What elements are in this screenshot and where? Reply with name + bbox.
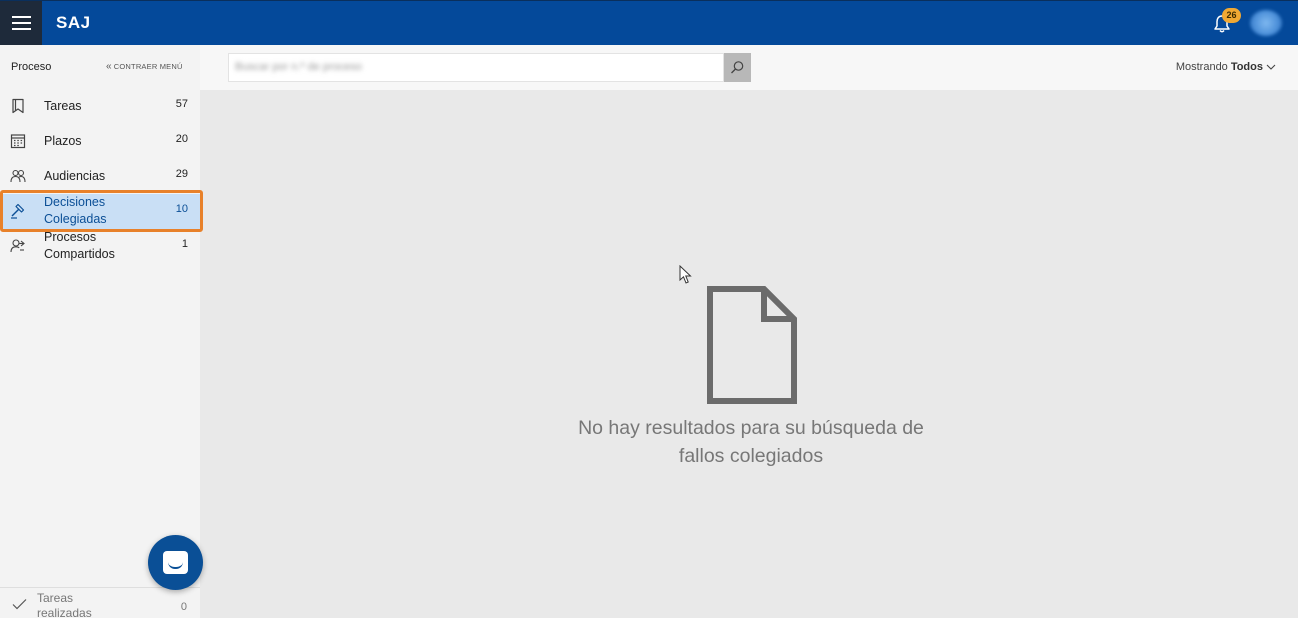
search-button[interactable] xyxy=(724,53,751,82)
notification-badge: 26 xyxy=(1222,8,1241,23)
sidebar-item-label: Procesos Compartidos xyxy=(44,230,115,261)
filter-label: Mostrando xyxy=(1175,61,1228,73)
shared-user-icon xyxy=(10,239,25,253)
search-input[interactable]: Buscar por n.º de proceso xyxy=(228,53,724,82)
toolbar: Buscar por n.º de proceso Mostrando Todo… xyxy=(200,45,1298,90)
chat-icon xyxy=(163,551,188,574)
sidebar-item-count: 1 xyxy=(181,238,188,250)
app-brand[interactable]: SAJ xyxy=(56,13,91,33)
sidebar-item-procesos-compartidos[interactable]: Procesos Compartidos 1 xyxy=(0,229,200,264)
sidebar-item-count: 57 xyxy=(175,98,188,110)
sidebar-item-label: Audiencias xyxy=(44,169,106,183)
sidebar-item-decisiones-colegiadas[interactable]: Decisiones Colegiadas 10 xyxy=(0,194,200,229)
empty-document-icon xyxy=(707,286,797,404)
sidebar-item-label: Decisiones Colegiadas xyxy=(44,195,107,226)
sidebar-item-tareas-realizadas[interactable]: Tareas realizadas 0 xyxy=(0,587,200,618)
user-avatar[interactable] xyxy=(1250,10,1282,36)
menu-toggle-button[interactable] xyxy=(0,1,42,45)
sidebar-item-label: Tareas xyxy=(44,99,82,113)
chat-button[interactable] xyxy=(148,535,203,590)
hamburger-icon xyxy=(11,16,31,18)
chevron-down-icon xyxy=(1266,64,1276,70)
sidebar-item-count: 29 xyxy=(175,168,188,180)
filter-dropdown[interactable]: Mostrando Todos xyxy=(1176,61,1276,73)
sidebar-item-count: 10 xyxy=(175,203,188,215)
sidebar-item-audiencias[interactable]: Audiencias 29 xyxy=(0,159,200,194)
sidebar-item-tareas[interactable]: Tareas 57 xyxy=(0,89,200,124)
people-icon xyxy=(10,169,26,183)
sidebar-header: Proceso « CONTRAER MENÚ xyxy=(0,45,200,89)
sidebar: Proceso « CONTRAER MENÚ Tareas 57 Plazos… xyxy=(0,45,203,618)
empty-state-message: No hay resultados para su búsqueda de fa… xyxy=(578,417,924,467)
sidebar-item-label: Plazos xyxy=(44,134,82,148)
bookmark-icon xyxy=(12,98,24,114)
calendar-icon xyxy=(10,134,26,149)
search-icon xyxy=(731,61,744,74)
sidebar-title: Proceso xyxy=(11,61,52,73)
filter-value: Todos xyxy=(1230,61,1263,73)
mouse-cursor-icon xyxy=(679,265,692,284)
search-placeholder: Buscar por n.º de proceso xyxy=(235,61,362,73)
gavel-icon xyxy=(11,203,25,219)
check-icon xyxy=(12,599,27,610)
collapse-menu-label: CONTRAER MENÚ xyxy=(113,62,183,71)
top-bar: SAJ 26 xyxy=(0,0,1298,45)
sidebar-item-plazos[interactable]: Plazos 20 xyxy=(0,124,200,159)
collapse-menu-button[interactable]: « CONTRAER MENÚ xyxy=(106,60,183,72)
sidebar-item-count: 0 xyxy=(180,601,187,613)
sidebar-item-count: 20 xyxy=(175,133,188,145)
sidebar-item-label: Tareas realizadas xyxy=(37,591,92,618)
double-chevron-left-icon: « xyxy=(106,60,112,72)
